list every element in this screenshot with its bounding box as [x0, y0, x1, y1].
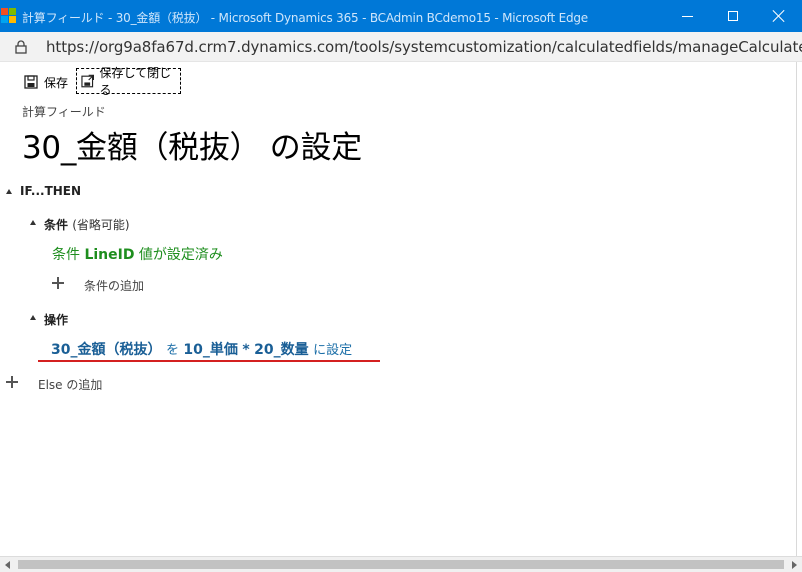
horizontal-scrollbar[interactable]: [0, 556, 802, 572]
save-close-icon: [81, 74, 95, 88]
address-bar[interactable]: https://org9a8fa67d.crm7.dynamics.com/to…: [0, 32, 802, 62]
condition-field: LineID: [84, 247, 135, 263]
page-title: 30_金額（税抜） の設定: [22, 130, 362, 166]
url-text[interactable]: https://org9a8fa67d.crm7.dynamics.com/to…: [46, 38, 802, 56]
scroll-thumb[interactable]: [18, 560, 784, 569]
add-else-link[interactable]: Else の追加: [38, 376, 102, 393]
save-icon: [24, 75, 38, 89]
microsoft-logo-icon: [1, 8, 17, 24]
entity-type-label: 計算フィールド: [22, 105, 106, 119]
save-and-close-button[interactable]: 保存して閉じる: [76, 66, 181, 97]
save-button-label: 保存: [44, 75, 69, 90]
conditions-heading-label: 条件: [44, 218, 69, 232]
condition-suffix: 値が設定済み: [138, 247, 223, 263]
conditions-optional-note: (省略可能): [72, 218, 130, 232]
close-icon: [773, 10, 785, 22]
collapse-actions-icon[interactable]: [30, 315, 36, 320]
collapse-ifthen-icon[interactable]: [6, 189, 12, 194]
action-suffix: に設定: [313, 343, 353, 358]
collapse-conditions-icon[interactable]: [30, 220, 36, 225]
action-operator: *: [242, 342, 250, 358]
if-then-heading[interactable]: IF...THEN: [20, 184, 81, 198]
action-operand-2: 20_数量: [254, 342, 309, 358]
add-condition-icon[interactable]: [52, 277, 64, 289]
main-content: 保存 保存して閉じる 計算フィールド 30_金額（税抜） の設定 IF...TH…: [0, 62, 802, 556]
action-op-to: を: [165, 343, 179, 358]
action-operand-1: 10_単価: [183, 342, 238, 358]
title-bar[interactable]: 計算フィールド - 30_金額（税抜） - Microsoft Dynamics…: [0, 0, 802, 32]
add-else-icon[interactable]: [6, 376, 18, 388]
maximize-button[interactable]: [710, 0, 756, 32]
actions-heading[interactable]: 操作: [44, 311, 68, 328]
window-title: 計算フィールド - 30_金額（税抜） - Microsoft Dynamics…: [22, 11, 588, 25]
add-condition-link[interactable]: 条件の追加: [84, 277, 144, 294]
action-item[interactable]: 30_金額（税抜） を 10_単価 * 20_数量 に設定: [51, 339, 352, 359]
maximize-icon: [728, 11, 738, 21]
conditions-heading[interactable]: 条件 (省略可能): [44, 216, 130, 233]
vertical-scrollbar[interactable]: [796, 62, 802, 556]
scroll-left-arrow-icon[interactable]: [5, 561, 10, 569]
condition-item[interactable]: 条件 LineID 値が設定済み: [52, 244, 223, 264]
lock-icon: [15, 40, 27, 54]
action-target-field: 30_金額（税抜）: [51, 342, 162, 358]
condition-prefix: 条件: [52, 247, 80, 263]
save-and-close-label: 保存して閉じる: [99, 66, 172, 97]
scroll-right-arrow-icon[interactable]: [792, 561, 797, 569]
save-button[interactable]: 保存: [24, 74, 68, 90]
highlight-underline: [38, 360, 380, 362]
minimize-button[interactable]: [664, 0, 710, 32]
close-button[interactable]: [756, 0, 802, 32]
minimize-icon: [681, 15, 693, 17]
